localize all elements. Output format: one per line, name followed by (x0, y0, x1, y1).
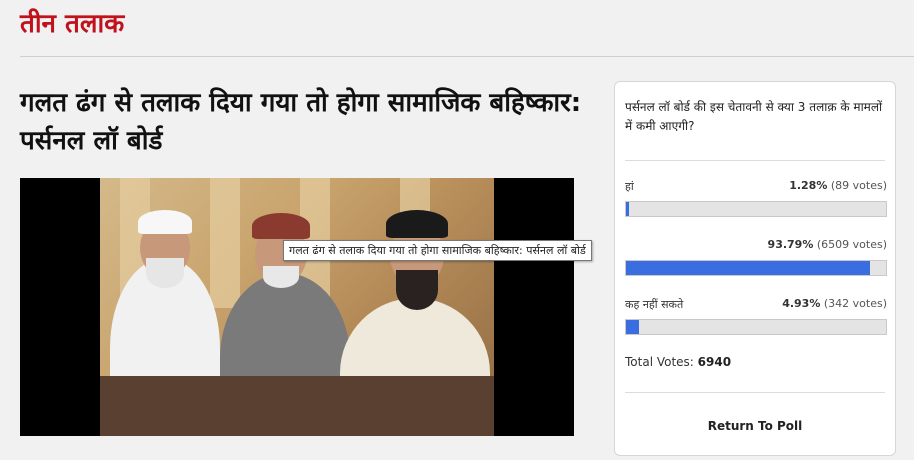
poll-question: पर्सनल लॉ बोर्ड की इस चेतावनी से क्या 3 … (625, 100, 883, 133)
poll-option-votes: (342 votes) (823, 297, 887, 310)
poll-divider (625, 392, 885, 393)
image-tooltip: गलत ढंग से तलाक दिया गया तो होगा सामाजिक… (283, 240, 592, 261)
poll-option-bar (625, 201, 887, 217)
return-to-poll-link[interactable]: Return To Poll (615, 419, 895, 433)
curtain (210, 178, 240, 308)
poll-option-bar (625, 319, 887, 335)
poll-option: हां 1.28% (89 votes) (625, 179, 887, 217)
poll-option-stats: 93.79% (6509 votes) (768, 238, 887, 251)
article-headline[interactable]: गलत ढंग से तलाक दिया गया तो होगा सामाजिक… (20, 84, 600, 160)
section-title[interactable]: तीन तलाक (20, 4, 124, 40)
poll-option-votes: (6509 votes) (816, 238, 887, 251)
person-right-beard (396, 270, 438, 310)
person-middle-cap (252, 213, 310, 239)
poll-option-bar-fill (626, 261, 870, 275)
poll-option-percent: 1.28% (789, 179, 828, 192)
poll-option-percent: 4.93% (782, 297, 821, 310)
article-image[interactable] (20, 178, 574, 436)
poll-total-value: 6940 (697, 355, 732, 369)
person-right-cap (386, 210, 448, 238)
person-middle-beard (263, 266, 299, 288)
poll-option-votes: (89 votes) (830, 179, 887, 192)
poll-option-label: कह नहीं सकते (625, 298, 684, 311)
poll-option-bar (625, 260, 887, 276)
poll-total: Total Votes: 6940 (625, 355, 731, 369)
press-table (100, 376, 494, 436)
poll-option-percent: 93.79% (767, 238, 814, 251)
poll-option: कह नहीं सकते 4.93% (342 votes) (625, 297, 887, 335)
divider (20, 56, 914, 57)
photo-scene (100, 178, 494, 436)
poll-widget: पर्सनल लॉ बोर्ड की इस चेतावनी से क्या 3 … (614, 81, 896, 456)
poll-divider (625, 160, 885, 161)
poll-option: 93.79% (6509 votes) (625, 238, 887, 276)
person-left-cap (138, 210, 192, 234)
poll-option-bar-fill (626, 202, 630, 216)
poll-option-stats: 1.28% (89 votes) (789, 179, 887, 192)
poll-option-label: हां (625, 180, 634, 193)
poll-option-stats: 4.93% (342 votes) (782, 297, 887, 310)
person-left-beard (146, 258, 184, 288)
poll-option-bar-fill (626, 320, 639, 334)
poll-total-label: Total Votes: (625, 355, 694, 369)
